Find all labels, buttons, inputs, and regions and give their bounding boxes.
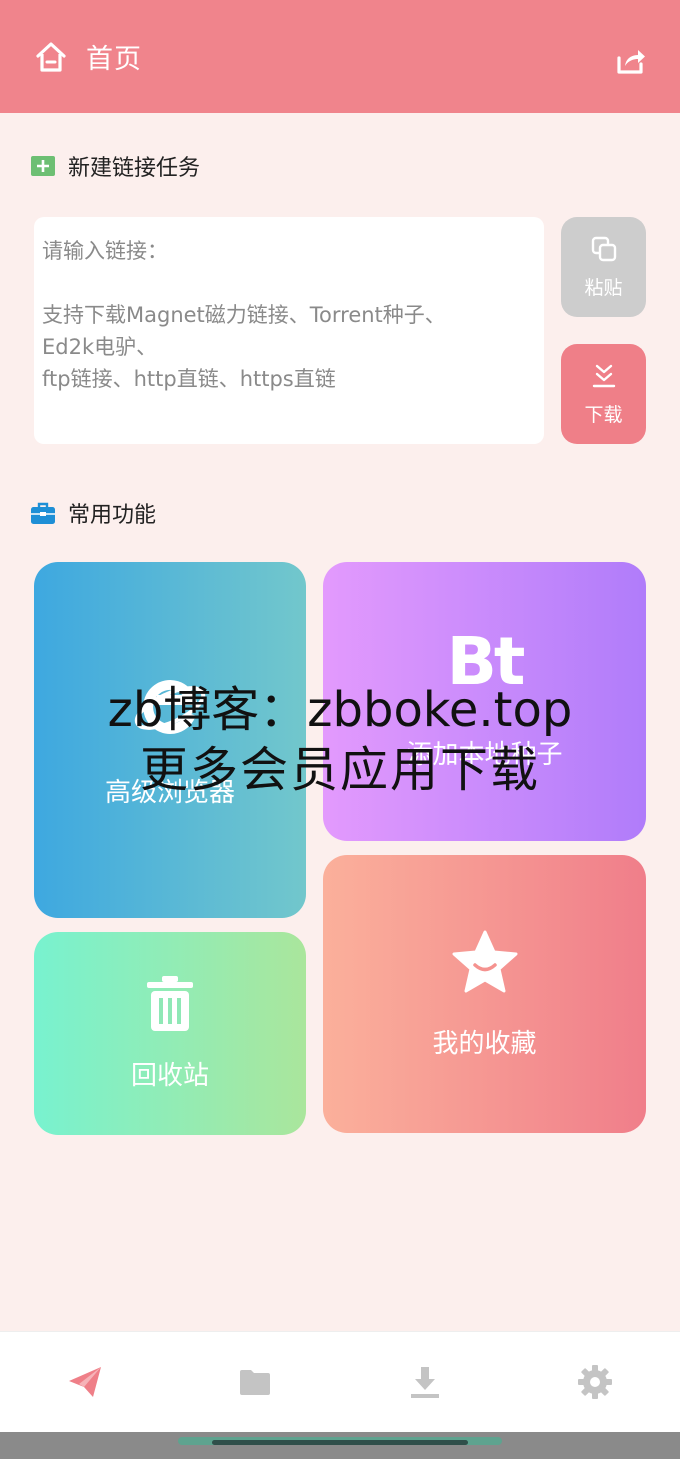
share-icon[interactable]: [614, 44, 646, 76]
features-section-title: 常用功能: [30, 497, 156, 529]
favorites-tile[interactable]: 我的收藏: [323, 855, 646, 1133]
nav-downloads[interactable]: [385, 1352, 465, 1412]
download-button[interactable]: 下载: [561, 344, 646, 444]
folder-icon: [240, 1370, 270, 1395]
bt-icon: Bt: [446, 622, 526, 700]
send-icon: [69, 1367, 101, 1397]
link-input-placeholder: 支持下载Magnet磁力链接、Torrent种子、: [42, 303, 446, 327]
system-nav-bar: [0, 1432, 680, 1459]
nav-settings[interactable]: [555, 1352, 635, 1412]
add-local-torrent-tile[interactable]: Bt 添加本地种子: [323, 562, 646, 841]
link-input-placeholder: ftp链接、http直链、https直链: [42, 367, 336, 391]
browser-label: 高级浏览器: [104, 777, 235, 808]
copy-icon: [591, 236, 616, 261]
trash-icon: [147, 976, 193, 1031]
browser-e-icon: [134, 679, 206, 734]
bt-label: 添加本地种子: [406, 739, 563, 770]
app-header: 首页: [0, 0, 680, 113]
page-title: 首页: [86, 44, 142, 75]
paste-label: 粘贴: [584, 276, 623, 299]
bottom-nav: [0, 1331, 680, 1432]
link-input[interactable]: 请输入链接： 支持下载Magnet磁力链接、Torrent种子、 Ed2k电驴、…: [34, 217, 544, 444]
gear-icon: [578, 1365, 612, 1399]
advanced-browser-tile[interactable]: 高级浏览器: [34, 562, 306, 918]
download-icon: [411, 1367, 439, 1398]
download-arrow-icon: [592, 364, 615, 387]
download-label: 下载: [584, 403, 623, 426]
link-input-placeholder: Ed2k电驴、: [42, 335, 158, 359]
home-icon[interactable]: [34, 40, 68, 74]
link-input-placeholder: 请输入链接：: [42, 239, 168, 263]
features-title: 常用功能: [68, 503, 157, 528]
toolbox-icon: [31, 502, 55, 524]
home-gesture-handle-inner: [212, 1440, 468, 1445]
recycle-label: 回收站: [130, 1061, 209, 1091]
nav-send[interactable]: [45, 1352, 125, 1412]
plus-square-icon: [31, 156, 55, 176]
favorites-label: 我的收藏: [432, 1028, 537, 1059]
recycle-bin-tile[interactable]: 回收站: [34, 932, 306, 1135]
new-task-section-title: 新建链接任务: [30, 150, 200, 182]
new-task-title: 新建链接任务: [68, 156, 201, 181]
star-icon: [452, 930, 517, 992]
nav-files[interactable]: [215, 1352, 295, 1412]
paste-button[interactable]: 粘贴: [561, 217, 646, 317]
